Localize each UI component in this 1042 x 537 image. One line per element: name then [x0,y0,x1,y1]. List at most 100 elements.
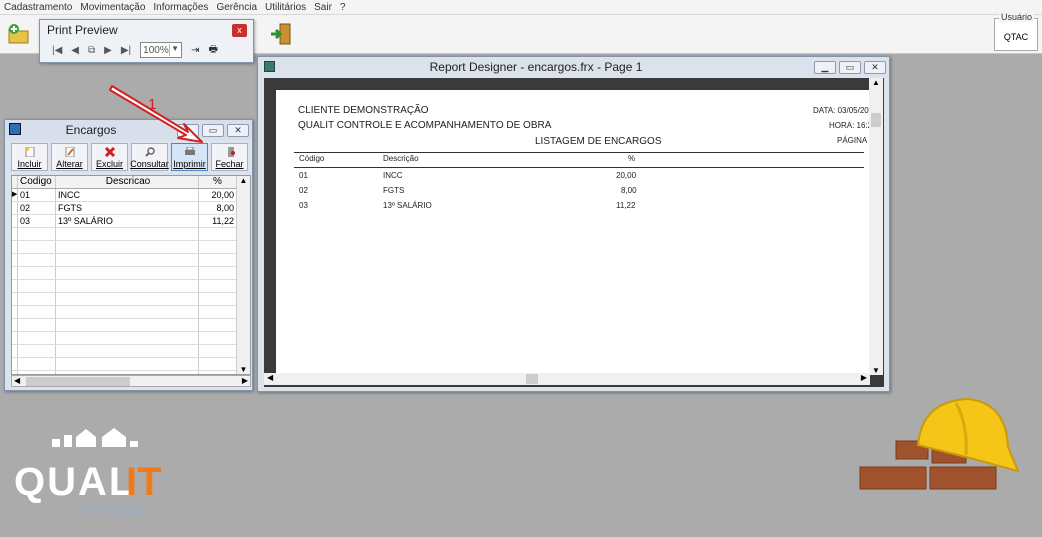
last-page-icon[interactable]: ▶| [121,45,131,56]
report-cell-codigo: 01 [299,171,308,180]
cell-codigo: 01 [18,189,56,201]
chevron-right-icon[interactable]: ▶ [861,373,867,382]
report-app-icon [264,61,275,72]
edit-icon [65,147,74,157]
print-preview-titlebar[interactable]: Print Preview x [40,20,253,40]
report-header-line [294,167,864,168]
cell-descricao: INCC [56,189,199,201]
report-page-label: PÁGINA [837,136,868,145]
cell-descricao: FGTS [56,202,199,214]
chevron-up-icon[interactable]: ▲ [869,78,883,87]
close-button[interactable]: ✕ [227,123,249,137]
vertical-scrollbar[interactable]: ▲ ▼ [869,78,883,375]
encargos-grid[interactable]: Codigo Descricao % ▶ 01 INCC 20,00 02 FG… [11,175,251,375]
report-cell-descricao: 13º SALÁRIO [383,201,432,210]
houses-icon [52,428,138,447]
alterar-button[interactable]: Alterar [51,143,88,171]
menu-utilitarios[interactable]: Utilitários [265,2,306,13]
empty-row [12,267,250,280]
col-descricao[interactable]: Descricao [56,176,199,188]
printer-icon[interactable]: 🖶 [209,42,218,59]
empty-row [12,306,250,319]
annotation-number: 1 [148,96,156,113]
col-codigo[interactable]: Codigo [18,176,56,188]
col-pct[interactable]: % [199,176,237,188]
print-preview-toolbar: |◀ ◀ ⧉ ▶ ▶| 100% ▼ ⇥ 🖶 [40,40,253,60]
exit-preview-icon[interactable]: ⇥ [191,45,199,56]
print-preview-title: Print Preview [47,23,118,37]
cell-pct: 20,00 [199,189,237,201]
report-time: HORA: 16:2 [829,121,873,130]
table-row[interactable]: 03 13º SALÁRIO 11,22 [12,215,250,228]
encargos-window: Encargos ▁ ▭ ✕ Incluir Alterar Excluir C… [4,119,253,391]
menu-gerencia[interactable]: Gerência [216,2,257,13]
menu-movimentacao[interactable]: Movimentação [80,2,145,13]
empty-row [12,358,250,371]
prev-page-icon[interactable]: ◀ [71,45,79,56]
zoom-select[interactable]: 100% ▼ [140,42,183,58]
report-cell-codigo: 03 [299,201,308,210]
empty-row [12,241,250,254]
user-box: Usuário QTAC [994,12,1038,51]
chevron-down-icon: ▼ [169,44,180,56]
alterar-label: Alterar [56,159,83,169]
scroll-thumb[interactable] [871,113,881,127]
close-button[interactable]: x [232,24,247,37]
menu-help[interactable]: ? [340,2,346,13]
report-titlebar[interactable]: Report Designer - encargos.frx - Page 1 … [258,57,889,77]
report-cell-codigo: 02 [299,186,308,195]
fechar-label: Fechar [215,159,244,169]
report-company: CLIENTE DEMONSTRAÇÃO [298,105,429,116]
next-page-icon[interactable]: ▶ [104,45,112,56]
report-cell-pct: 20,00 [616,171,637,180]
open-folder-icon[interactable] [6,21,32,47]
chevron-left-icon[interactable]: ◀ [14,376,20,385]
horizontal-scrollbar[interactable]: ◀ ▶ [11,375,251,387]
incluir-button[interactable]: Incluir [11,143,48,171]
table-row[interactable]: 02 FGTS 8,00 [12,202,250,215]
empty-row [12,345,250,358]
logo-tagline: construção [80,500,149,516]
exit-door-icon [227,147,235,157]
chevron-down-icon[interactable]: ▼ [869,366,883,375]
menu-informacoes[interactable]: Informações [153,2,208,13]
bricks-helmet-icon [859,397,1020,490]
empty-row [12,254,250,267]
report-heading: LISTAGEM DE ENCARGOS [535,136,662,147]
vertical-scrollbar[interactable]: ▲ ▼ [236,176,250,374]
report-col-descricao: Descrição [383,154,419,163]
menu-cadastramento[interactable]: Cadastramento [4,2,72,13]
table-row[interactable]: ▶ 01 INCC 20,00 [12,189,250,202]
scroll-thumb[interactable] [526,374,538,384]
report-canvas: CLIENTE DEMONSTRAÇÃO QUALIT CONTROLE E A… [264,78,884,387]
close-button[interactable]: ✕ [864,60,886,74]
chevron-down-icon[interactable]: ▼ [237,365,250,374]
grid-header: Codigo Descricao % [12,176,250,189]
excluir-label: Excluir [95,159,123,169]
report-system: QUALIT CONTROLE E ACOMPANHAMENTO DE OBRA [298,120,552,131]
report-designer-window: Report Designer - encargos.frx - Page 1 … [257,56,890,392]
menu-sair[interactable]: Sair [314,2,332,13]
chevron-up-icon[interactable]: ▲ [237,176,250,185]
maximize-button[interactable]: ▭ [839,60,861,74]
fechar-button[interactable]: Fechar [211,143,248,171]
scroll-thumb[interactable] [26,377,130,386]
first-page-icon[interactable]: |◀ [52,45,62,56]
logo-brand-right: IT [126,460,162,504]
copy-icon[interactable]: ⧉ [88,45,95,56]
report-cell-pct: 8,00 [621,186,637,195]
consultar-label: Consultar [130,159,169,169]
empty-row [12,293,250,306]
new-document-icon [24,147,34,157]
horizontal-scrollbar[interactable]: ◀ ▶ [264,373,870,385]
chevron-right-icon[interactable]: ▶ [242,376,248,385]
exit-door-icon[interactable] [268,21,294,47]
cell-codigo: 02 [18,202,56,214]
empty-row [12,319,250,332]
report-col-codigo: Código [299,154,325,163]
chevron-left-icon[interactable]: ◀ [267,373,273,382]
minimize-button[interactable]: ▁ [814,60,836,74]
cell-pct: 11,22 [199,215,237,227]
report-col-pct: % [628,154,636,163]
annotation-arrow: 1 [109,85,203,143]
